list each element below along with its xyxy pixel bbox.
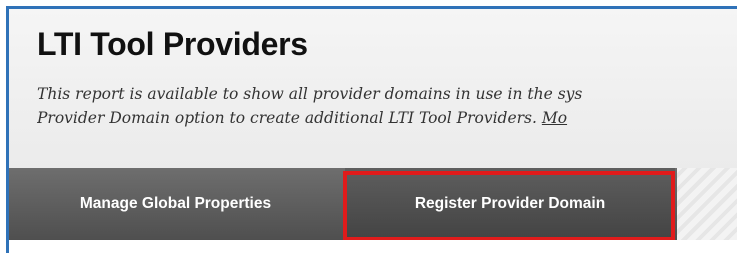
page-title: LTI Tool Providers bbox=[37, 26, 308, 62]
action-bar-buttons: Manage Global Properties Register Provid… bbox=[9, 168, 677, 240]
description-line-1: This report is available to show all pro… bbox=[37, 85, 583, 103]
lti-tool-providers-panel: LTI Tool Providers This report is availa… bbox=[0, 0, 737, 253]
page-description: This report is available to show all pro… bbox=[37, 82, 737, 130]
manage-global-properties-button[interactable]: Manage Global Properties bbox=[9, 168, 342, 240]
description-line-2-text: Provider Domain option to create additio… bbox=[37, 109, 542, 127]
action-bar: Manage Global Properties Register Provid… bbox=[9, 168, 737, 240]
description-line-2: Provider Domain option to create additio… bbox=[37, 106, 737, 130]
register-provider-domain-button[interactable]: Register Provider Domain bbox=[345, 168, 675, 240]
more-help-link[interactable]: Mo bbox=[542, 109, 567, 127]
content-area bbox=[9, 240, 737, 253]
